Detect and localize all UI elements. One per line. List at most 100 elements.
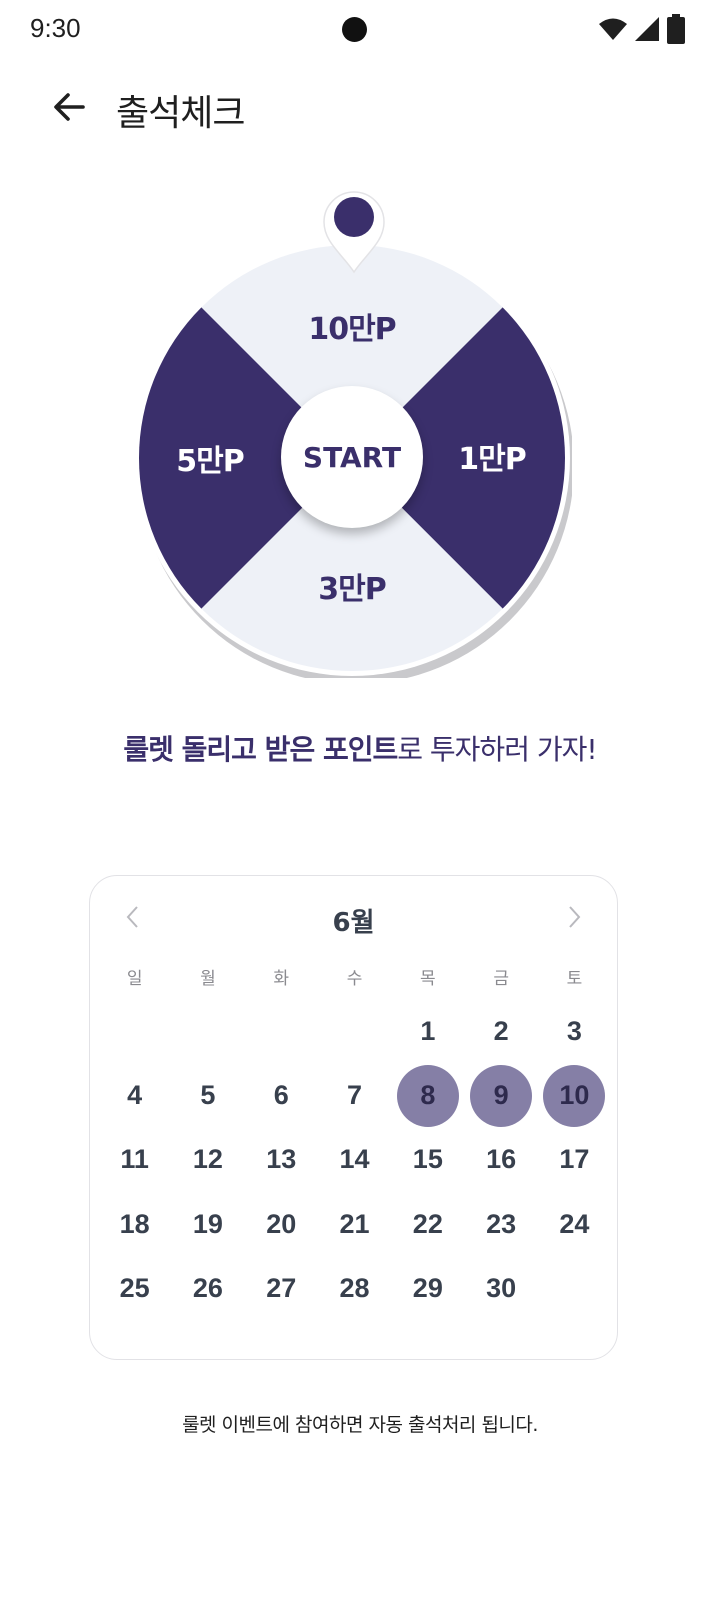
- calendar-day-number: 16: [486, 1144, 517, 1175]
- start-button[interactable]: START: [281, 386, 423, 528]
- calendar-day[interactable]: 20: [245, 1192, 318, 1256]
- wifi-icon: [599, 18, 627, 40]
- arrow-left-icon: [54, 93, 85, 121]
- calendar-day-number: 20: [266, 1208, 297, 1239]
- calendar-day[interactable]: 11: [98, 1128, 171, 1192]
- calendar-day-number: 5: [200, 1080, 216, 1111]
- weekday-label: 목: [420, 969, 436, 989]
- calendar-day[interactable]: 12: [171, 1128, 244, 1192]
- calendar-day[interactable]: 13: [245, 1128, 318, 1192]
- weekday-label: 화: [273, 969, 290, 989]
- calendar-day-number: 15: [412, 1144, 443, 1175]
- calendar-day[interactable]: 19: [171, 1192, 244, 1256]
- calendar-day-number: 18: [119, 1208, 150, 1239]
- calendar-day[interactable]: 3: [538, 999, 611, 1063]
- calendar-day-number: 14: [339, 1144, 370, 1175]
- calendar-day[interactable]: 25: [98, 1257, 171, 1321]
- attendance-calendar: 6월 일월화수목금토 1 2 3 4 5 6 7 8 9 10 11 12 13 14 15 16 17 18 19…: [89, 875, 618, 1360]
- calendar-day-number: 24: [559, 1208, 590, 1239]
- calendar-empty-cell: [245, 999, 318, 1063]
- calendar-day[interactable]: 23: [464, 1192, 537, 1256]
- weekday-label: 수: [346, 969, 363, 989]
- calendar-day-number: 7: [347, 1080, 363, 1111]
- segment-label-right: 1만P: [458, 442, 526, 477]
- calendar-day-number: 28: [339, 1273, 370, 1304]
- calendar-day-attended[interactable]: 8: [391, 1063, 464, 1127]
- status-bar: 9:30: [0, 0, 720, 58]
- notice-text: 룰렛 이벤트에 참여하면 자동 출석처리 됩니다.: [182, 1414, 538, 1436]
- promo-rest: 로 투자하러 가자!: [397, 733, 597, 766]
- page-title: 출석체크: [116, 93, 245, 134]
- calendar-day[interactable]: 28: [318, 1257, 391, 1321]
- app-bar: 출석체크: [0, 70, 720, 146]
- calendar-day[interactable]: 2: [464, 999, 537, 1063]
- calendar-day[interactable]: 4: [98, 1063, 171, 1127]
- segment-label-left: 5만P: [176, 444, 244, 479]
- calendar-day[interactable]: 5: [171, 1063, 244, 1127]
- calendar-day-number: 10: [543, 1064, 606, 1127]
- calendar-day-number: 4: [127, 1080, 143, 1111]
- roulette-pointer-icon: [323, 191, 385, 274]
- calendar-day[interactable]: 14: [318, 1128, 391, 1192]
- day-grid: 1 2 3 4 5 6 7 8 9 10 11 12 13 14 15 16 17 18 19 20 21 22 23 24 2…: [98, 999, 611, 1321]
- chevron-right-icon: [569, 906, 581, 928]
- segment-label-top: 10만P: [308, 312, 396, 347]
- calendar-day-attended[interactable]: 9: [464, 1063, 537, 1127]
- calendar-day[interactable]: 17: [538, 1128, 611, 1192]
- month-header: 6월: [90, 898, 617, 938]
- calendar-day[interactable]: 7: [318, 1063, 391, 1127]
- calendar-day[interactable]: 27: [245, 1257, 318, 1321]
- calendar-day-number: 6: [273, 1080, 289, 1111]
- calendar-day[interactable]: 22: [391, 1192, 464, 1256]
- calendar-day[interactable]: 24: [538, 1192, 611, 1256]
- calendar-day-number: 27: [266, 1273, 297, 1304]
- calendar-empty-cell: [98, 999, 171, 1063]
- back-button[interactable]: [48, 86, 90, 128]
- calendar-day-number: 26: [192, 1273, 223, 1304]
- calendar-empty-cell: [171, 999, 244, 1063]
- calendar-day-number: 2: [493, 1015, 509, 1046]
- calendar-day-number: 12: [192, 1144, 223, 1175]
- calendar-day[interactable]: 15: [391, 1128, 464, 1192]
- next-month-button[interactable]: [559, 902, 589, 932]
- promo-text: 룰렛 돌리고 받은 포인트로 투자하러 가자!: [0, 728, 720, 768]
- calendar-day-number: 23: [486, 1208, 517, 1239]
- month-title: 6월: [332, 908, 375, 938]
- calendar-day[interactable]: 16: [464, 1128, 537, 1192]
- calendar-day-number: 13: [266, 1144, 297, 1175]
- calendar-empty-cell: [318, 999, 391, 1063]
- calendar-day-number: 30: [486, 1273, 517, 1304]
- calendar-day[interactable]: 6: [245, 1063, 318, 1127]
- calendar-day-number: 21: [339, 1208, 370, 1239]
- calendar-day[interactable]: 21: [318, 1192, 391, 1256]
- calendar-day[interactable]: 18: [98, 1192, 171, 1256]
- calendar-day-number: 22: [412, 1208, 443, 1239]
- calendar-day-number: 9: [470, 1064, 533, 1127]
- calendar-day-number: 11: [120, 1144, 149, 1175]
- calendar-day[interactable]: 30: [464, 1257, 537, 1321]
- calendar-day[interactable]: 26: [171, 1257, 244, 1321]
- weekday-label: 일: [126, 969, 143, 989]
- calendar-day-number: 3: [566, 1015, 582, 1046]
- weekday-header: 일월화수목금토: [98, 964, 611, 989]
- signal-icon: [635, 17, 659, 41]
- calendar-day[interactable]: 29: [391, 1257, 464, 1321]
- segment-label-bottom: 3만P: [318, 572, 386, 607]
- weekday-label: 금: [493, 969, 509, 989]
- calendar-day-number: 25: [119, 1273, 150, 1304]
- calendar-day[interactable]: 1: [391, 999, 464, 1063]
- camera-cutout: [342, 17, 367, 42]
- status-time: 9:30: [30, 13, 81, 43]
- weekday-label: 토: [566, 969, 583, 989]
- calendar-day-number: 1: [420, 1015, 436, 1046]
- calendar-day-attended[interactable]: 10: [538, 1063, 611, 1127]
- promo-strong: 룰렛 돌리고 받은 포인트: [123, 733, 398, 766]
- calendar-day-number: 29: [412, 1273, 443, 1304]
- calendar-day-number: 19: [192, 1208, 223, 1239]
- roulette-wheel[interactable]: 10만P 5만P 1만P 3만P START: [132, 238, 572, 678]
- weekday-label: 월: [200, 969, 216, 989]
- status-icons: [598, 14, 686, 44]
- calendar-day-number: 8: [396, 1064, 459, 1127]
- battery-icon: [667, 14, 685, 44]
- calendar-day-number: 17: [559, 1144, 590, 1175]
